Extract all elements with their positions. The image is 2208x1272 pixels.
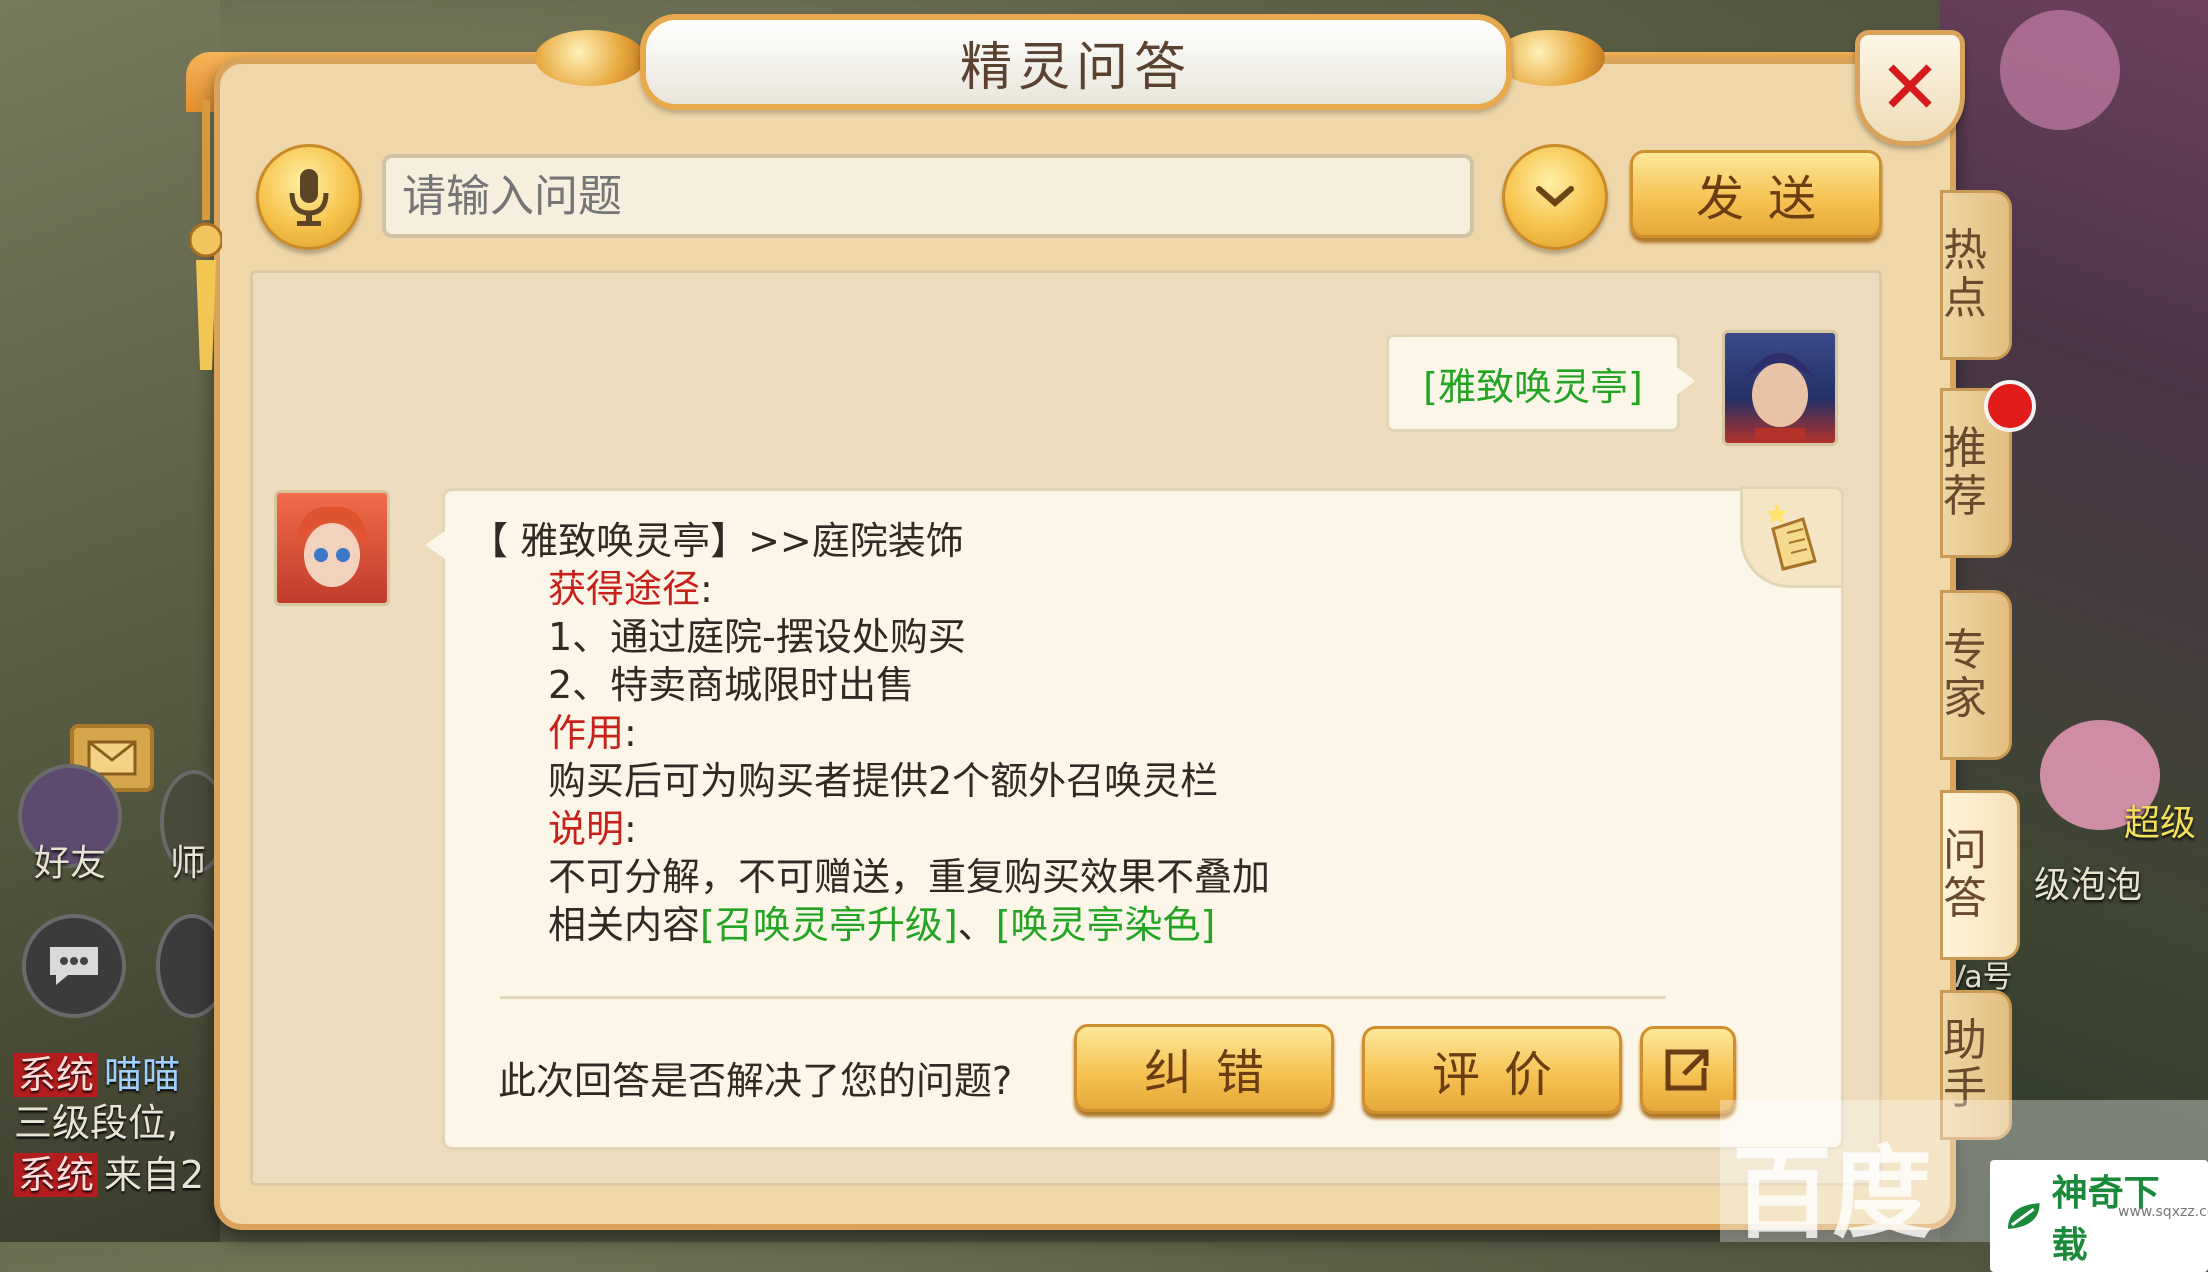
chat-line-1: 系统 喵喵 — [14, 1044, 180, 1099]
close-icon: ✕ — [1878, 45, 1941, 131]
watermark-url: www.sqxzz.com — [2118, 1204, 2208, 1220]
watermark-baidu: 百度 — [1732, 1135, 1932, 1252]
correct-error-button[interactable]: 纠错 — [1074, 1024, 1334, 1112]
section-obtain: 获得途径: — [548, 567, 713, 611]
tab-qa[interactable]: 问答 — [1940, 790, 2020, 960]
chat-line-3: 系统 来自2 — [14, 1144, 204, 1199]
leaf-logo-icon — [2007, 1203, 2040, 1229]
answer-divider — [500, 996, 1666, 999]
microphone-button[interactable] — [256, 144, 362, 250]
effect-text: 购买后可为购买者提供2个额外召唤灵栏 — [548, 759, 1219, 803]
tab-hot[interactable]: 热点 — [1940, 190, 2012, 360]
player-avatar — [1722, 330, 1838, 446]
history-dropdown-button[interactable] — [1502, 144, 1608, 250]
question-input[interactable] — [382, 154, 1474, 238]
related-link-dye[interactable]: [唤灵亭染色] — [996, 903, 1216, 947]
related-prefix: 相关内容 — [548, 903, 701, 947]
notification-dot — [1984, 380, 2036, 432]
chevron-down-icon — [1536, 186, 1574, 207]
bg-label-bubble: 级泡泡 — [2034, 865, 2143, 906]
master-label: 师 — [170, 843, 207, 884]
feedback-question: 此次回答是否解决了您的问题? — [498, 1059, 1013, 1103]
user-message-bubble[interactable]: [雅致唤灵亭] — [1386, 334, 1695, 432]
related-link-upgrade[interactable]: [召唤灵亭升级] — [700, 903, 958, 947]
related-content: 相关内容[召唤灵亭升级]、[唤灵亭染色] — [548, 903, 1216, 947]
close-button[interactable]: ✕ — [1855, 30, 1965, 146]
obtain-item-1: 1、通过庭院-摆设处购买 — [548, 615, 966, 659]
rate-button[interactable]: 评价 — [1362, 1026, 1622, 1114]
chat-bubble-icon[interactable] — [22, 914, 126, 1018]
send-button[interactable]: 发送 — [1630, 150, 1882, 238]
dialog-title: 精灵问答 — [959, 37, 1192, 98]
share-icon — [1665, 1049, 1709, 1091]
obtain-item-2: 2、特卖商城限时出售 — [548, 663, 915, 707]
scroll-ornament-left-icon — [535, 30, 645, 86]
section-effect: 作用: — [548, 711, 637, 755]
friends-label: 好友 — [34, 843, 107, 884]
chat-line-2: 三级段位, — [14, 1101, 179, 1145]
note-text: 不可分解，不可赠送，重复购买效果不叠加 — [548, 855, 1271, 899]
section-note: 说明: — [548, 807, 637, 851]
bg-label-super: 超级 — [2124, 803, 2197, 844]
microphone-icon — [289, 169, 329, 226]
book-icon[interactable] — [1740, 486, 1844, 588]
tab-expert[interactable]: 专家 — [1940, 590, 2012, 760]
spirit-avatar — [274, 490, 390, 606]
title-plate: 精灵问答 — [640, 14, 1512, 110]
tassel-ornament-icon — [190, 100, 222, 370]
answer-header: 【 雅致唤灵亭】>>庭院装饰 — [470, 519, 964, 563]
